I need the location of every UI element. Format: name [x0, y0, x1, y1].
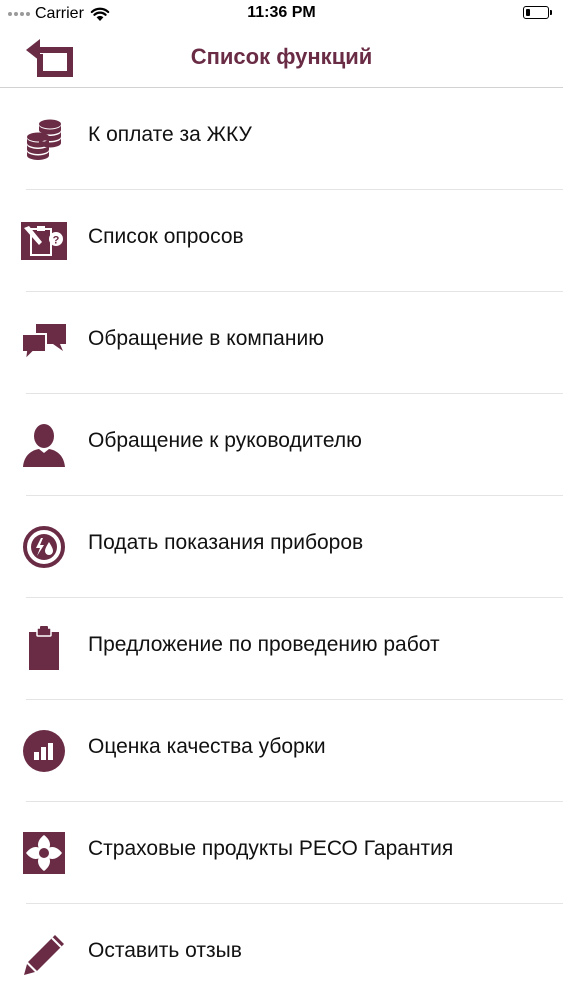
menu-item-label: Предложение по проведению работ — [88, 633, 440, 656]
survey-icon: ? — [19, 217, 69, 265]
clipboard-icon — [19, 625, 69, 673]
menu-item-reso-insurance[interactable]: Страховые продукты РЕСО Гарантия — [0, 802, 563, 904]
menu-item-cleaning-rating[interactable]: Оценка качества уборки — [0, 700, 563, 802]
bar-chart-icon — [19, 727, 69, 775]
chat-bubbles-icon — [19, 319, 69, 367]
menu-item-surveys[interactable]: ? Список опросов — [0, 190, 563, 292]
menu-item-manager-request[interactable]: Обращение к руководителю — [0, 394, 563, 496]
menu-item-meter-readings[interactable]: Подать показания приборов — [0, 496, 563, 598]
navigation-bar: Список функций — [0, 30, 563, 88]
menu-item-label: Обращение к руководителю — [88, 429, 362, 452]
menu-item-label: Страховые продукты РЕСО Гарантия — [88, 837, 454, 860]
menu-item-label: Обращение в компанию — [88, 327, 324, 350]
status-bar: Carrier 11:36 PM — [0, 0, 563, 30]
pencil-icon — [19, 931, 69, 979]
menu-item-work-proposal[interactable]: Предложение по проведению работ — [0, 598, 563, 700]
menu-item-label: Подать показания приборов — [88, 531, 364, 554]
status-time: 11:36 PM — [247, 4, 316, 21]
svg-text:?: ? — [53, 235, 60, 247]
menu-item-label: Оценка качества уборки — [88, 735, 326, 758]
menu-item-label: Оставить отзыв — [88, 939, 242, 962]
menu-item-company-request[interactable]: Обращение в компанию — [0, 292, 563, 394]
battery-icon — [523, 6, 552, 19]
person-icon — [19, 421, 69, 469]
battery-fill — [526, 9, 530, 16]
page-title: Список функций — [190, 44, 373, 69]
function-list: К оплате за ЖКУ ? Список опросов Обращен… — [0, 88, 563, 1006]
menu-item-feedback[interactable]: Оставить отзыв — [0, 904, 563, 1006]
coins-icon — [19, 115, 69, 163]
menu-item-label: К оплате за ЖКУ — [88, 123, 252, 146]
menu-item-label: Список опросов — [88, 225, 244, 248]
reso-logo-icon — [19, 829, 69, 877]
menu-item-utility-payment[interactable]: К оплате за ЖКУ — [0, 88, 563, 190]
meter-icon — [19, 523, 69, 571]
